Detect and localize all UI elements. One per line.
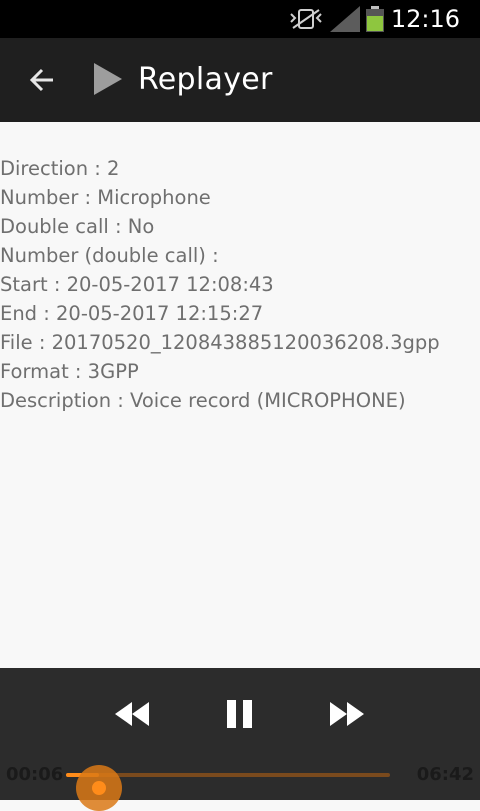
page-title: Replayer (138, 62, 273, 97)
detail-format: Format : 3GPP (0, 360, 139, 383)
app-bar: Replayer (0, 38, 480, 122)
play-icon (92, 62, 124, 100)
detail-file: File : 20170520_120843885120036208.3gpp (0, 331, 440, 354)
seek-thumb[interactable] (76, 765, 122, 811)
fast-forward-icon[interactable] (327, 698, 367, 730)
total-time: 06:42 (416, 764, 474, 785)
transport-controls (0, 698, 480, 730)
pause-icon[interactable] (222, 698, 262, 730)
recording-details: Direction : 2 Number : Microphone Double… (0, 122, 480, 668)
details-list: Direction : 2 Number : Microphone Double… (0, 154, 440, 415)
detail-start: Start : 20-05-2017 12:08:43 (0, 273, 274, 296)
rewind-icon[interactable] (112, 698, 152, 730)
arrow-left-icon[interactable] (28, 66, 56, 98)
timeline: 00:06 06:42 (0, 760, 480, 811)
status-time: 12:16 (390, 5, 460, 33)
detail-number-double-call: Number (double call) : (0, 244, 219, 267)
battery-icon (366, 6, 384, 36)
player-controls: 00:06 06:42 (0, 668, 480, 811)
seek-thumb-dot (92, 781, 106, 795)
status-bar: 12:16 (0, 0, 480, 38)
vibrate-icon (289, 8, 323, 34)
detail-description: Description : Voice record (MICROPHONE) (0, 389, 406, 412)
detail-double-call: Double call : No (0, 215, 155, 238)
signal-icon (330, 6, 360, 36)
detail-direction: Direction : 2 (0, 157, 120, 180)
elapsed-time: 00:06 (6, 764, 64, 785)
seek-bar[interactable] (66, 765, 390, 811)
detail-number: Number : Microphone (0, 186, 211, 209)
detail-end: End : 20-05-2017 12:15:27 (0, 302, 264, 325)
